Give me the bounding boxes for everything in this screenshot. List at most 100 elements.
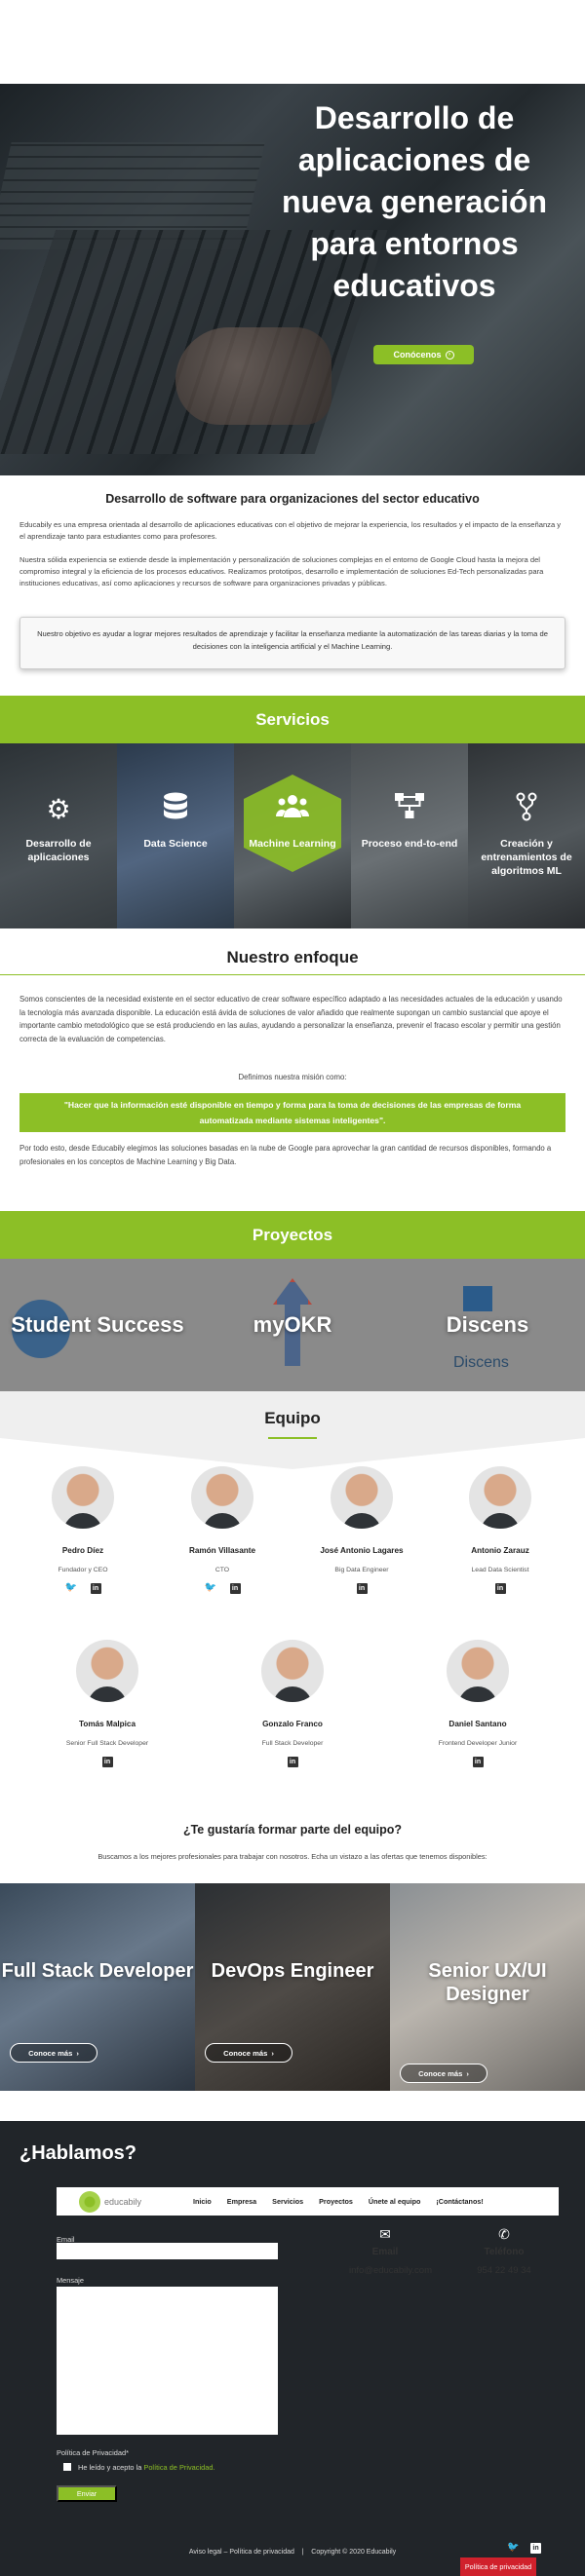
logo[interactable]: educabily [57, 2187, 164, 2216]
nav-empresa[interactable]: Empresa [227, 2197, 256, 2206]
twitter-icon[interactable]: 🐦 [205, 1583, 216, 1593]
service-data-science[interactable]: Data Science [117, 743, 234, 928]
job-offers: Full Stack Developer Conoce más › DevOps … [0, 1883, 585, 2091]
database-icon [162, 792, 189, 827]
intro-paragraph-2: Nuestra sólida experiencia se extiende d… [20, 555, 544, 587]
nav-inicio[interactable]: Inicio [193, 2197, 212, 2206]
twitter-icon[interactable]: 🐦 [65, 1583, 77, 1593]
approach-paragraph-1: Somos conscientes de la necesidad existe… [20, 995, 563, 1043]
hero-title: Desarrollo de aplicaciones de nueva gene… [281, 100, 548, 303]
logo-icon [78, 2190, 100, 2213]
avatar [331, 1466, 393, 1529]
linkedin-icon[interactable]: in [472, 1757, 484, 1767]
conocenos-button[interactable]: Conócenos › [373, 345, 474, 364]
project-myokr[interactable]: myOKR [195, 1259, 390, 1391]
contact-phone-title: Teléfono [484, 2247, 525, 2257]
envelope-icon: ✉ [379, 2226, 391, 2242]
contact-title: ¿Hablamos? [20, 2142, 137, 2164]
service-app-development[interactable]: ⚙ Desarrollo de aplicaciones [0, 743, 117, 928]
member-name: Antonio Zarauz [471, 1546, 529, 1555]
flow-icon [394, 792, 425, 827]
gear-icon: ⚙ [46, 794, 71, 824]
avatar [447, 1640, 509, 1702]
avatar [191, 1466, 254, 1529]
avatar [261, 1640, 324, 1702]
discens-logo [463, 1286, 492, 1311]
avatar [52, 1466, 114, 1529]
send-button[interactable]: Enviar [57, 2485, 117, 2502]
intro-heading: Desarrollo de software para organizacion… [105, 492, 480, 506]
linkedin-icon[interactable]: in [356, 1583, 368, 1594]
linkedin-icon[interactable]: in [90, 1583, 101, 1594]
member-name: Daniel Santano [448, 1720, 507, 1728]
service-end-to-end[interactable]: Proceso end-to-end [351, 743, 468, 928]
approach-divider [0, 974, 585, 975]
nav-contactanos[interactable]: ¡Contáctanos! [436, 2197, 483, 2206]
button-label: Conoce más [418, 2068, 463, 2078]
contact-phone: ✆ Teléfono 954 22 49 34 [470, 2226, 538, 2276]
conocenos-label: Conócenos [393, 350, 442, 360]
member-role: Frontend Developer Junior [438, 1740, 518, 1747]
service-label: Desarrollo de aplicaciones [25, 838, 92, 863]
service-label: Data Science [143, 838, 208, 850]
project-discens[interactable]: Discens Discens [390, 1259, 585, 1391]
services-grid: ⚙ Desarrollo de aplicaciones Data Scienc… [0, 743, 585, 928]
conoce-mas-button[interactable]: Conoce más › [10, 2043, 98, 2063]
member-name: Ramón Villasante [188, 1546, 256, 1555]
team-member: Antonio Zarauz Lead Data Scientist in [442, 1466, 559, 1594]
linkedin-icon[interactable]: in [229, 1583, 241, 1594]
linkedin-icon[interactable]: in [287, 1757, 298, 1767]
contact-email: ✉ Email info@educabily.com [349, 2226, 432, 2276]
conoce-mas-button[interactable]: Conoce más › [400, 2064, 488, 2083]
privacy-check-text: He leído y acepto la Política de Privaci… [78, 2463, 215, 2472]
chevron-right-icon: › [76, 2048, 79, 2058]
hero-image-hand [176, 327, 332, 425]
conoce-mas-button[interactable]: Conoce más › [205, 2043, 292, 2063]
job-title: Full Stack Developer [1, 1960, 194, 1982]
team-member: Daniel Santano Frontend Developer Junior… [419, 1640, 536, 1767]
member-role: CTO [214, 1567, 230, 1573]
contact-phone-value[interactable]: 954 22 49 34 [470, 2265, 538, 2276]
legal-link[interactable]: Aviso legal – Política de privacidad [189, 2549, 294, 2556]
nav-proyectos[interactable]: Proyectos [319, 2197, 353, 2206]
email-field[interactable] [57, 2243, 278, 2259]
branch-icon [515, 792, 538, 827]
intro-paragraph-1: Educabily es una empresa orientada al de… [20, 520, 562, 541]
team-member: Pedro Díez Fundador y CEO 🐦 in [24, 1466, 141, 1594]
job-ux-ui: Senior UX/UI Designer Conoce más › [390, 1883, 585, 2091]
arrow-circle-icon: › [445, 350, 454, 360]
privacy-check-label: He leído y acepto la [78, 2463, 142, 2472]
privacy-label: Política de Privacidad* [57, 2448, 129, 2457]
privacy-link[interactable]: Política de Privacidad. [143, 2463, 214, 2472]
button-label: Conoce más [28, 2048, 73, 2058]
users-icon [275, 792, 310, 827]
team-divider [268, 1437, 317, 1439]
contact-email-title: Email [371, 2247, 399, 2257]
project-student-success[interactable]: Student Success [0, 1259, 195, 1391]
project-label: Student Success [11, 1312, 184, 1337]
service-ml-algorithms[interactable]: Creación y entrenamientos de algoritmos … [468, 743, 585, 928]
member-name: Pedro Díez [61, 1546, 104, 1555]
linkedin-icon[interactable]: in [101, 1757, 113, 1767]
nav-unete[interactable]: Únete al equipo [369, 2197, 421, 2206]
linkedin-icon[interactable]: in [494, 1583, 506, 1594]
member-role: Big Data Engineer [334, 1567, 389, 1573]
member-name: Tomás Malpica [78, 1720, 136, 1728]
intro-section: Desarrollo de software para organizacion… [20, 492, 566, 601]
service-machine-learning[interactable]: Machine Learning [234, 743, 351, 928]
approach-paragraph-2: Por todo esto, desde Educabily elegimos … [20, 1144, 552, 1166]
join-subtitle: Buscamos a los mejores profesionales par… [98, 1852, 488, 1861]
team-background [0, 1391, 585, 1469]
team-member: Gonzalo Franco Full Stack Developer in [234, 1640, 351, 1767]
button-label: Conoce más [223, 2048, 268, 2058]
contact-email-value[interactable]: info@educabily.com [349, 2265, 432, 2276]
message-field[interactable] [57, 2287, 278, 2435]
avatar [469, 1466, 531, 1529]
discens-logo-text: Discens [453, 1354, 509, 1371]
privacy-checkbox[interactable] [63, 2463, 71, 2471]
privacy-policy-tab[interactable]: Política de privacidad [460, 2557, 536, 2576]
nav-servicios[interactable]: Servicios [272, 2197, 303, 2206]
navbar: educabily Inicio Empresa Servicios Proye… [57, 2187, 559, 2216]
member-role: Fundador y CEO [58, 1567, 108, 1573]
project-label: myOKR [253, 1312, 332, 1337]
